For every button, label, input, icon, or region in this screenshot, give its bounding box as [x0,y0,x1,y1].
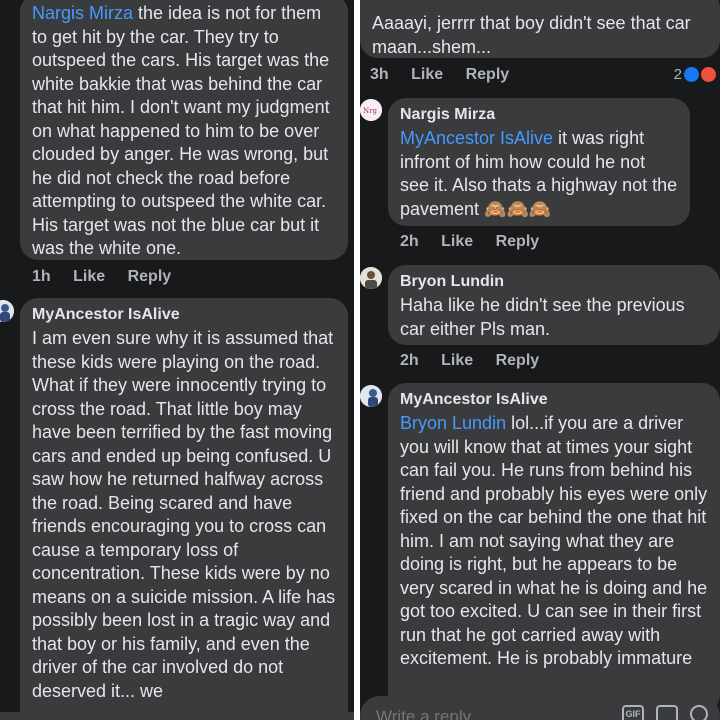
left-screenshot-panel: Nargis Mirza the idea is not for them to… [0,0,354,720]
svg-text:Nrg: Nrg [363,107,377,115]
gif-label: GIF [625,709,641,719]
comment-body: Aaaayi, jerrrr that boy didn't see that … [372,13,691,57]
reply-button[interactable]: Reply [466,66,510,83]
reaction-summary[interactable]: 2 [674,66,716,83]
reaction-count: 2 [673,66,682,83]
avatar[interactable]: Nrg [360,99,382,121]
mention-link[interactable]: Nargis Mirza [32,3,133,23]
reply-input[interactable] [374,706,598,720]
comment-bubble-nargis-mirza: Nargis Mirza MyAncestor IsAlive it was r… [388,98,690,226]
comment-bubble-top: Aaaayi, jerrrr that boy didn't see that … [360,0,720,58]
reply-button[interactable]: Reply [128,268,172,285]
emoji-icon[interactable] [690,705,708,720]
avatar-icon [360,385,382,407]
comment-author[interactable]: Bryon Lundin [400,273,708,291]
comment-body: the idea is not for them to get hit by t… [32,3,330,258]
comment-actions: 3h Like Reply [370,66,527,84]
comment-text: Nargis Mirza the idea is not for them to… [32,2,336,261]
avatar-icon: Nrg [360,99,382,121]
comment-author[interactable]: Nargis Mirza [400,106,678,124]
comment-bubble-myancestor: MyAncestor IsAlive I am even sure why it… [20,298,348,720]
comment-actions: 2h Like Reply [400,352,557,370]
avatar[interactable] [360,267,382,289]
reply-button[interactable]: Reply [496,233,540,250]
sticker-icon[interactable] [656,705,678,720]
comment-bubble-myancestor: MyAncestor IsAlive Bryon Lundin lol...if… [388,383,720,713]
see-no-evil-monkey-emoji: 🙈🙈🙈 [484,198,552,219]
comment-body: I am even sure why it is assumed that th… [32,328,336,701]
like-button[interactable]: Like [441,233,473,250]
comment-bubble-nargis-mirza: Nargis Mirza the idea is not for them to… [20,0,348,260]
comment-actions: 2h Like Reply [400,233,557,251]
comment-bubble-bryon-lundin: Bryon Lundin Haha like he didn't see the… [388,265,720,345]
reply-button[interactable]: Reply [496,352,540,369]
mention-link[interactable]: MyAncestor IsAlive [400,128,553,148]
timestamp: 2h [400,352,419,369]
gif-icon[interactable]: GIF [622,705,644,720]
timestamp: 2h [400,233,419,250]
mention-link[interactable]: Bryon Lundin [400,413,506,433]
timestamp: 3h [370,66,389,83]
comment-actions: 1h Like Reply [32,268,189,286]
reply-toolbar: GIF [622,705,708,720]
avatar-icon [360,267,382,289]
angry-reaction-icon [701,67,716,82]
comment-text: MyAncestor IsAlive it was right infront … [400,127,678,221]
like-button[interactable]: Like [441,352,473,369]
right-screenshot-panel: Aaaayi, jerrrr that boy didn't see that … [360,0,720,720]
reply-box[interactable]: GIF [360,696,720,720]
comment-body: Haha like he didn't see the previous car… [400,295,685,339]
comment-author[interactable]: MyAncestor IsAlive [400,391,708,409]
avatar[interactable] [0,300,14,322]
comment-text: Bryon Lundin lol...if you are a driver y… [400,412,708,671]
reply-bar-edge [0,712,354,720]
like-button[interactable]: Like [411,66,443,83]
comment-body: lol...if you are a driver you will know … [400,413,708,668]
comment-author[interactable]: MyAncestor IsAlive [32,306,336,324]
timestamp: 1h [32,268,51,285]
like-reaction-icon [684,67,699,82]
avatar[interactable] [360,385,382,407]
avatar-icon [0,300,14,322]
like-button[interactable]: Like [73,268,105,285]
